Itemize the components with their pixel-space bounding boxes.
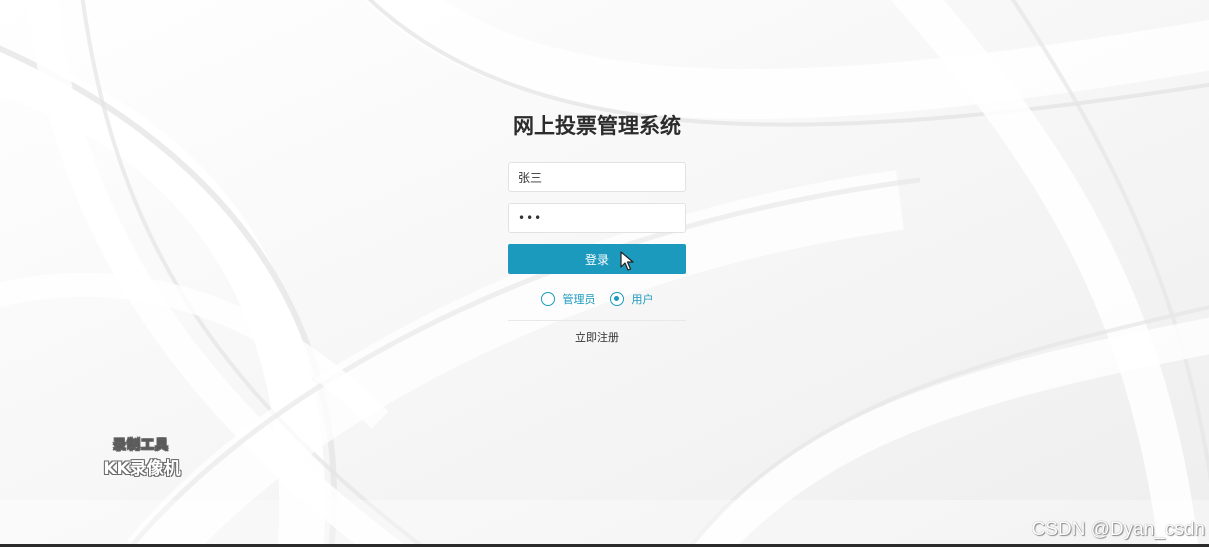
radio-unchecked-icon[interactable] — [540, 292, 555, 306]
register-link[interactable]: 立即注册 — [508, 329, 686, 345]
role-label-user: 用户 — [631, 293, 654, 306]
username-input[interactable] — [508, 162, 686, 192]
recorder-line-2: KK录像机 — [103, 459, 181, 479]
recorder-watermark: 录制工具 KK录像机 — [95, 434, 195, 479]
login-panel: 网上投票管理系统 登录 管理员 用户 立即注册 — [508, 110, 686, 345]
role-option-user[interactable]: 用户 — [609, 291, 654, 307]
role-label-admin: 管理员 — [562, 293, 596, 306]
recorder-line-1: 录制工具 — [112, 438, 169, 454]
login-button[interactable]: 登录 — [508, 244, 686, 274]
login-button-label: 登录 — [584, 252, 609, 267]
role-selector: 管理员 用户 — [508, 289, 686, 309]
role-option-admin[interactable]: 管理员 — [540, 291, 596, 307]
password-input[interactable] — [508, 203, 686, 233]
page-title: 网上投票管理系统 — [513, 114, 681, 138]
mouse-pointer-icon — [620, 251, 634, 271]
radio-checked-icon[interactable] — [609, 292, 624, 306]
divider — [508, 320, 686, 321]
csdn-watermark: CSDN @Dyan_csdn — [1031, 519, 1205, 540]
